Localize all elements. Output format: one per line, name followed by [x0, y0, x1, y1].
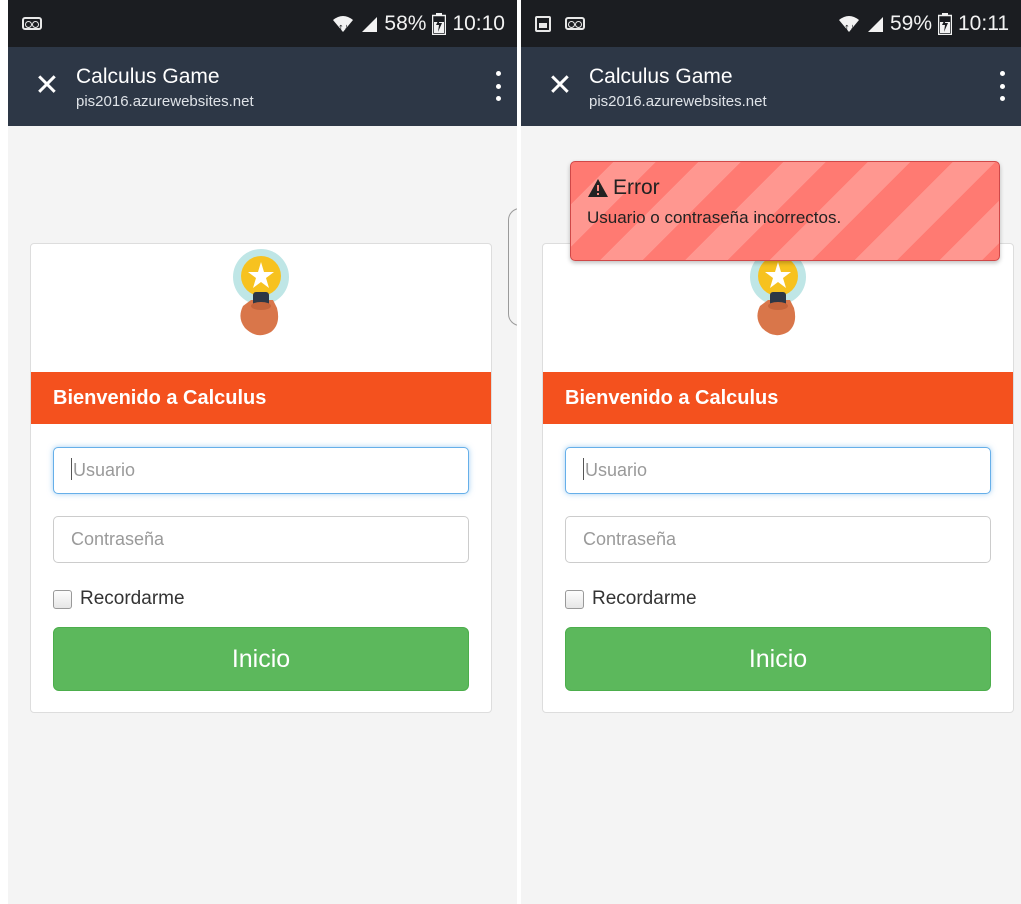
page-content: Bienvenido a Calculus Usuario Contraseña… [521, 126, 1021, 904]
remember-checkbox[interactable] [53, 589, 72, 609]
login-button[interactable]: Inicio [565, 627, 991, 691]
card-header: Bienvenido a Calculus [31, 372, 491, 424]
warning-icon [588, 179, 608, 197]
clock: 10:11 [958, 11, 1009, 35]
password-placeholder: Contraseña [583, 529, 677, 549]
wifi-icon: ↑↓ [838, 15, 859, 32]
card-header: Bienvenido a Calculus [543, 372, 1013, 424]
gallery-icon [535, 15, 551, 32]
remember-me[interactable]: Recordarme [53, 587, 185, 611]
phone-screen-left: ↑↓ 58% 10:10 ✕ Calculus Game pis2016.azu… [8, 0, 517, 904]
logo [543, 244, 1013, 372]
custom-tab-toolbar: ✕ Calculus Game pis2016.azurewebsites.ne… [521, 47, 1021, 126]
voicemail-icon [565, 17, 585, 30]
remember-checkbox[interactable] [565, 589, 584, 609]
custom-tab-toolbar: ✕ Calculus Game pis2016.azurewebsites.ne… [8, 47, 517, 126]
error-toast[interactable]: Error Usuario o contraseña incorrectos. [570, 161, 1000, 261]
battery-icon [938, 12, 952, 35]
text-caret [71, 458, 72, 481]
page-title: Calculus Game [589, 65, 733, 88]
page-url: pis2016.azurewebsites.net [76, 93, 254, 110]
remember-label: Recordarme [80, 588, 185, 609]
voicemail-icon [22, 17, 42, 30]
error-message: Usuario o contraseña incorrectos. [587, 208, 842, 227]
password-input[interactable]: Contraseña [53, 516, 469, 563]
login-button[interactable]: Inicio [53, 627, 469, 691]
page-content: Bienvenido a Calculus Usuario Contraseña… [8, 126, 517, 904]
logo [31, 244, 491, 372]
wifi-icon: ↑↓ [333, 15, 354, 32]
error-title: Error [613, 176, 660, 199]
remember-label: Recordarme [592, 588, 697, 609]
page-title: Calculus Game [76, 65, 220, 88]
close-icon[interactable]: ✕ [30, 69, 64, 103]
lightbulb-logo [233, 249, 289, 336]
svg-text:↑↓: ↑↓ [338, 24, 350, 32]
more-vert-icon[interactable] [493, 71, 503, 101]
status-bar: ↑↓ 58% 10:10 [8, 0, 517, 47]
username-input[interactable]: Usuario [565, 447, 991, 494]
error-title-row: Error [587, 176, 983, 200]
phone-screen-right: ↑↓ 59% 10:11 ✕ Calculus Game pis2016.azu… [521, 0, 1021, 904]
login-card: Bienvenido a Calculus Usuario Contraseña… [542, 243, 1014, 713]
battery-percent: 58% [384, 11, 427, 35]
username-placeholder: Usuario [585, 460, 648, 480]
username-placeholder: Usuario [73, 460, 136, 480]
password-placeholder: Contraseña [71, 529, 165, 549]
signal-icon [362, 16, 378, 32]
password-input[interactable]: Contraseña [565, 516, 991, 563]
page-url: pis2016.azurewebsites.net [589, 93, 767, 110]
signal-icon [867, 16, 883, 32]
status-bar: ↑↓ 59% 10:11 [521, 0, 1021, 47]
clock: 10:10 [452, 11, 505, 35]
login-card: Bienvenido a Calculus Usuario Contraseña… [30, 243, 492, 713]
more-vert-icon[interactable] [997, 71, 1007, 101]
close-icon[interactable]: ✕ [543, 69, 577, 103]
text-caret [583, 458, 584, 481]
username-input[interactable]: Usuario [53, 447, 469, 494]
edge-panel-handle[interactable] [508, 208, 517, 326]
remember-me[interactable]: Recordarme [565, 587, 697, 611]
svg-text:↑↓: ↑↓ [844, 24, 856, 32]
battery-icon [432, 12, 447, 35]
battery-percent: 59% [889, 11, 932, 35]
lightbulb-logo [750, 249, 806, 336]
